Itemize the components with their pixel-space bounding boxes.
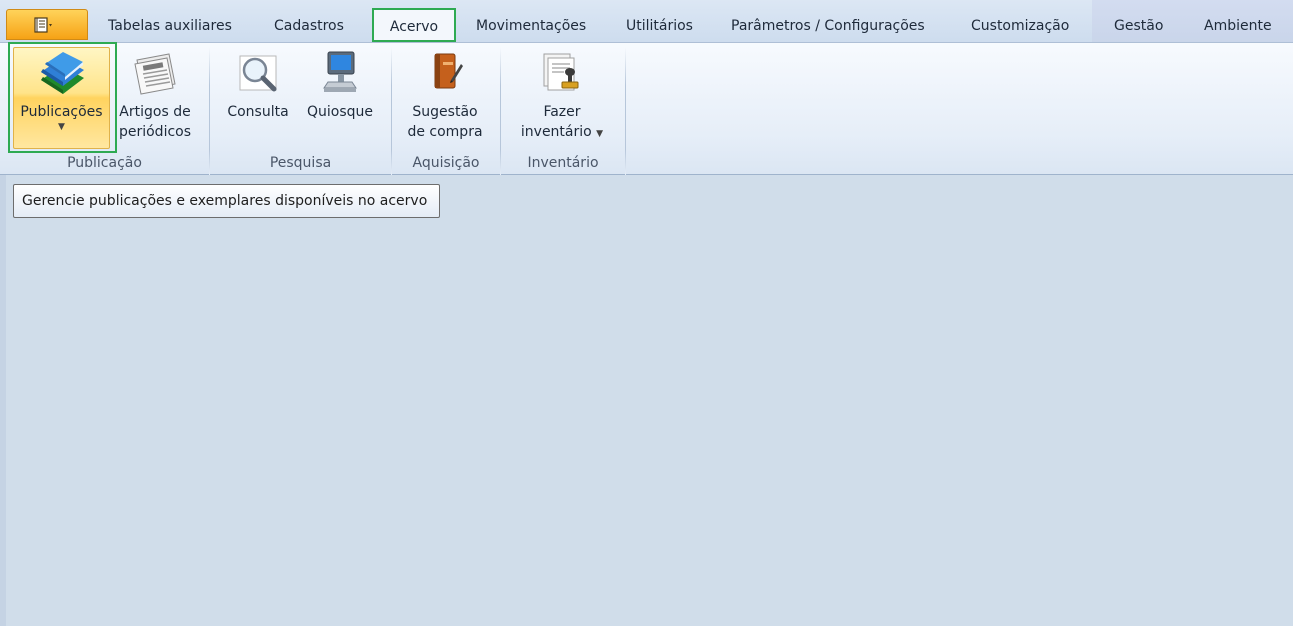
sugestao-label-line2: de compra: [407, 124, 483, 140]
application-menu-button[interactable]: [6, 9, 88, 40]
publicacoes-label: Publicações: [20, 104, 103, 120]
artigos-periodicos-button[interactable]: Artigos de periódicos: [114, 50, 196, 142]
consulta-button[interactable]: Consulta: [222, 50, 294, 122]
consulta-label: Consulta: [227, 104, 289, 120]
inventario-label-text: inventário: [520, 124, 592, 140]
tooltip: Gerencie publicações e exemplares dispon…: [13, 184, 440, 218]
sugestao-compra-button[interactable]: Sugestão de compra: [400, 50, 490, 142]
group-label-inventario: Inventário: [527, 155, 599, 171]
tab-cadastros[interactable]: Cadastros: [274, 18, 344, 34]
tab-utilitarios[interactable]: Utilitários: [626, 18, 693, 34]
quiosque-label: Quiosque: [306, 104, 373, 120]
quiosque-button[interactable]: Quiosque: [302, 50, 378, 122]
newspaper-icon: [134, 53, 176, 95]
kiosk-computer-icon: [323, 51, 357, 92]
sugestao-label-line1: Sugestão: [412, 104, 478, 120]
tab-tabelas-auxiliares[interactable]: Tabelas auxiliares: [108, 18, 232, 34]
chevron-down-icon: ▼: [596, 129, 604, 139]
chevron-down-icon: ▼: [58, 122, 65, 132]
application-menu-icon: [34, 17, 52, 33]
tab-parametros-configuracoes[interactable]: Parâmetros / Configurações: [731, 18, 925, 34]
artigos-label-line2: periódicos: [118, 124, 192, 140]
tab-movimentacoes[interactable]: Movimentações: [476, 18, 586, 34]
notebook-pen-icon: [434, 53, 463, 89]
magnifier-icon: [239, 55, 277, 92]
group-label-publicacao: Publicação: [67, 155, 142, 171]
stamp-documents-icon: [543, 53, 579, 91]
tab-acervo[interactable]: Acervo: [372, 8, 456, 42]
inventario-label-line2: inventário ▼: [510, 122, 614, 144]
group-label-pesquisa: Pesquisa: [269, 155, 332, 171]
fazer-inventario-button[interactable]: Fazer inventário ▼: [510, 50, 614, 144]
ribbon-tab-bar: Tabelas auxiliares Cadastros Acervo Movi…: [0, 0, 1293, 43]
group-separator: [625, 47, 626, 175]
publicacoes-button[interactable]: Publicações ▼: [13, 50, 110, 132]
tab-gestao[interactable]: Gestão: [1114, 18, 1163, 34]
tab-customizacao[interactable]: Customização: [971, 18, 1069, 34]
artigos-label-line1: Artigos de: [119, 104, 191, 120]
books-icon: [40, 52, 84, 94]
group-label-aquisicao: Aquisição: [412, 155, 480, 171]
inventario-label-line1: Fazer: [543, 104, 581, 120]
workspace-left-edge: [0, 175, 6, 626]
tab-ambiente[interactable]: Ambiente: [1204, 18, 1272, 34]
